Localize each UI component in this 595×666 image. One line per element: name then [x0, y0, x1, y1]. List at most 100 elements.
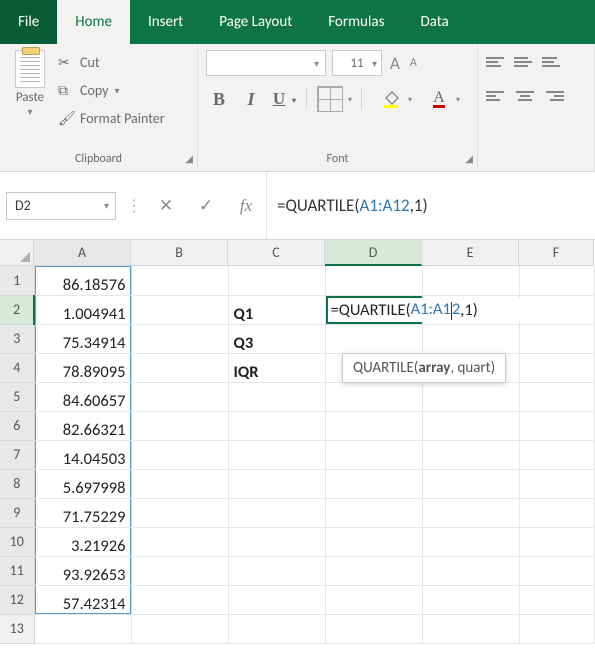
tab-insert[interactable]: Insert — [130, 0, 201, 44]
cell-E11[interactable] — [422, 556, 519, 585]
row-header[interactable]: 9 — [0, 498, 34, 527]
cells-grid[interactable]: 1 86.18576 2 1.004941 Q1 =QUARTILE(A1:A1… — [0, 266, 595, 644]
cell-E12[interactable] — [422, 585, 519, 614]
row-header[interactable]: 3 — [0, 324, 34, 353]
tab-file[interactable]: File — [0, 0, 57, 44]
cell-A9[interactable]: 71.75229 — [34, 498, 131, 527]
align-left-button[interactable] — [486, 86, 508, 106]
col-header-C[interactable]: C — [228, 240, 325, 266]
row-header[interactable]: 10 — [0, 527, 34, 556]
cell-F9[interactable] — [519, 498, 594, 527]
name-box[interactable]: D2 — [6, 192, 116, 220]
cell-D3[interactable] — [325, 324, 422, 353]
cell-E5[interactable] — [422, 382, 519, 411]
font-name-select[interactable] — [206, 50, 326, 76]
col-header-E[interactable]: E — [422, 240, 519, 266]
cell-B3[interactable] — [131, 324, 228, 353]
cell-F4[interactable] — [519, 353, 594, 382]
align-right-button[interactable] — [542, 86, 564, 106]
paste-button[interactable]: Paste — [16, 90, 44, 105]
cell-A10[interactable]: 3.21926 — [34, 527, 131, 556]
cell-A12[interactable]: 57.42314 — [34, 585, 131, 614]
cell-D1[interactable] — [325, 266, 422, 295]
cell-D13[interactable] — [325, 614, 422, 643]
cell-D5[interactable] — [325, 382, 422, 411]
underline-button[interactable]: U — [270, 86, 296, 112]
row-header[interactable]: 2 — [0, 295, 34, 324]
cut-button[interactable]: ✂ Cut — [54, 50, 169, 74]
col-header-A[interactable]: A — [34, 240, 131, 266]
copy-button[interactable]: ⧉ Copy ▾ — [54, 78, 169, 102]
cell-F12[interactable] — [519, 585, 594, 614]
cell-A2[interactable]: 1.004941 — [34, 295, 131, 324]
select-all-corner[interactable] — [0, 240, 34, 266]
cell-C10[interactable] — [228, 527, 325, 556]
cell-E10[interactable] — [422, 527, 519, 556]
cell-E13[interactable] — [422, 614, 519, 643]
cell-F10[interactable] — [519, 527, 594, 556]
cell-B2[interactable] — [131, 295, 228, 324]
cell-C5[interactable] — [228, 382, 325, 411]
cell-D9[interactable] — [325, 498, 422, 527]
cell-B8[interactable] — [131, 469, 228, 498]
cell-C4[interactable]: IQR — [228, 353, 325, 382]
cell-D8[interactable] — [325, 469, 422, 498]
cell-D6[interactable] — [325, 411, 422, 440]
cell-C12[interactable] — [228, 585, 325, 614]
cell-B13[interactable] — [131, 614, 228, 643]
cell-B6[interactable] — [131, 411, 228, 440]
row-header[interactable]: 5 — [0, 382, 34, 411]
cell-B9[interactable] — [131, 498, 228, 527]
cell-F3[interactable] — [519, 324, 594, 353]
tab-formulas[interactable]: Formulas — [310, 0, 402, 44]
cell-C7[interactable] — [228, 440, 325, 469]
cell-A1[interactable]: 86.18576 — [34, 266, 131, 295]
cell-E9[interactable] — [422, 498, 519, 527]
cell-C9[interactable] — [228, 498, 325, 527]
font-size-select[interactable]: 11 — [332, 50, 382, 76]
cancel-formula-button[interactable]: ✕ — [146, 195, 186, 216]
cell-D11[interactable] — [325, 556, 422, 585]
cell-E7[interactable] — [422, 440, 519, 469]
cell-A11[interactable]: 93.92653 — [34, 556, 131, 585]
align-top-button[interactable] — [486, 52, 508, 72]
clipboard-launcher[interactable]: ◢ — [185, 152, 193, 165]
cell-C1[interactable] — [228, 266, 325, 295]
cell-C2[interactable]: Q1 — [228, 295, 325, 324]
cell-E1[interactable] — [422, 266, 519, 295]
cell-B4[interactable] — [131, 353, 228, 382]
borders-button[interactable] — [317, 86, 343, 112]
tab-home[interactable]: Home — [57, 0, 130, 44]
cell-E8[interactable] — [422, 469, 519, 498]
decrease-font-icon[interactable]: A — [408, 56, 419, 70]
col-header-F[interactable]: F — [519, 240, 594, 266]
cell-C6[interactable] — [228, 411, 325, 440]
cell-F13[interactable] — [519, 614, 594, 643]
cell-F11[interactable] — [519, 556, 594, 585]
cell-C11[interactable] — [228, 556, 325, 585]
cell-F7[interactable] — [519, 440, 594, 469]
formula-input[interactable]: =QUARTILE(A1:A12,1) — [266, 172, 595, 239]
align-bottom-button[interactable] — [542, 52, 564, 72]
cell-A7[interactable]: 14.04503 — [34, 440, 131, 469]
cell-B12[interactable] — [131, 585, 228, 614]
cell-A5[interactable]: 84.60657 — [34, 382, 131, 411]
row-header[interactable]: 11 — [0, 556, 34, 585]
cell-A6[interactable]: 82.66321 — [34, 411, 131, 440]
italic-button[interactable]: I — [238, 86, 264, 112]
confirm-formula-button[interactable]: ✓ — [186, 195, 226, 216]
fill-color-button[interactable] — [378, 86, 404, 112]
paste-icon[interactable] — [15, 50, 45, 88]
row-header[interactable]: 1 — [0, 266, 34, 295]
bold-button[interactable]: B — [206, 86, 232, 112]
cell-D7[interactable] — [325, 440, 422, 469]
col-header-D[interactable]: D — [325, 240, 422, 266]
tab-data[interactable]: Data — [402, 0, 466, 44]
cell-editor[interactable]: =QUARTILE(A1:A12,1) — [328, 298, 542, 322]
cell-F5[interactable] — [519, 382, 594, 411]
cell-E3[interactable] — [422, 324, 519, 353]
cell-A8[interactable]: 5.697998 — [34, 469, 131, 498]
align-center-button[interactable] — [514, 86, 536, 106]
cell-D10[interactable] — [325, 527, 422, 556]
tab-page-layout[interactable]: Page Layout — [201, 0, 310, 44]
